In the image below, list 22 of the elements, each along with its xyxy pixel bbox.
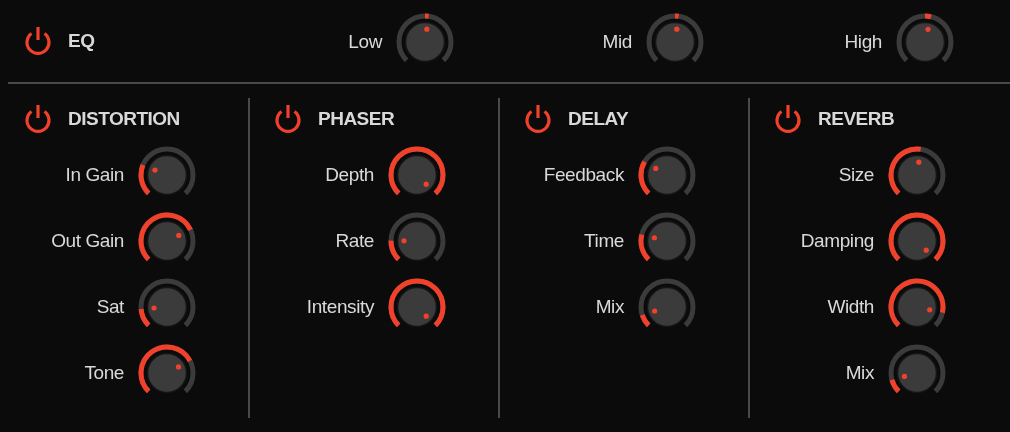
knob-label: Width xyxy=(827,294,874,319)
knob-label: Rate xyxy=(335,228,374,253)
section-title: REVERB xyxy=(818,106,895,131)
knob-label: Size xyxy=(838,162,874,187)
knob-label: Time xyxy=(584,228,624,253)
knob-label: In Gain xyxy=(65,162,124,187)
section-title: EQ xyxy=(68,28,95,53)
knob-label: Feedback xyxy=(543,162,624,187)
knob-label: Mid xyxy=(602,29,632,54)
knob-label: Intensity xyxy=(306,294,374,319)
section-title: DELAY xyxy=(568,106,629,131)
knob-label: Damping xyxy=(800,228,874,253)
knob-label: Depth xyxy=(325,162,374,187)
knob-label: Mix xyxy=(595,294,624,319)
knob-label: Mix xyxy=(845,360,874,385)
section-title: DISTORTION xyxy=(68,106,180,131)
knob-label: High xyxy=(844,29,882,54)
knob-label: Low xyxy=(348,29,382,54)
knob-label: Sat xyxy=(96,294,124,319)
knob-label: Out Gain xyxy=(51,228,124,253)
knob-label: Tone xyxy=(84,360,124,385)
section-title: PHASER xyxy=(318,106,395,131)
